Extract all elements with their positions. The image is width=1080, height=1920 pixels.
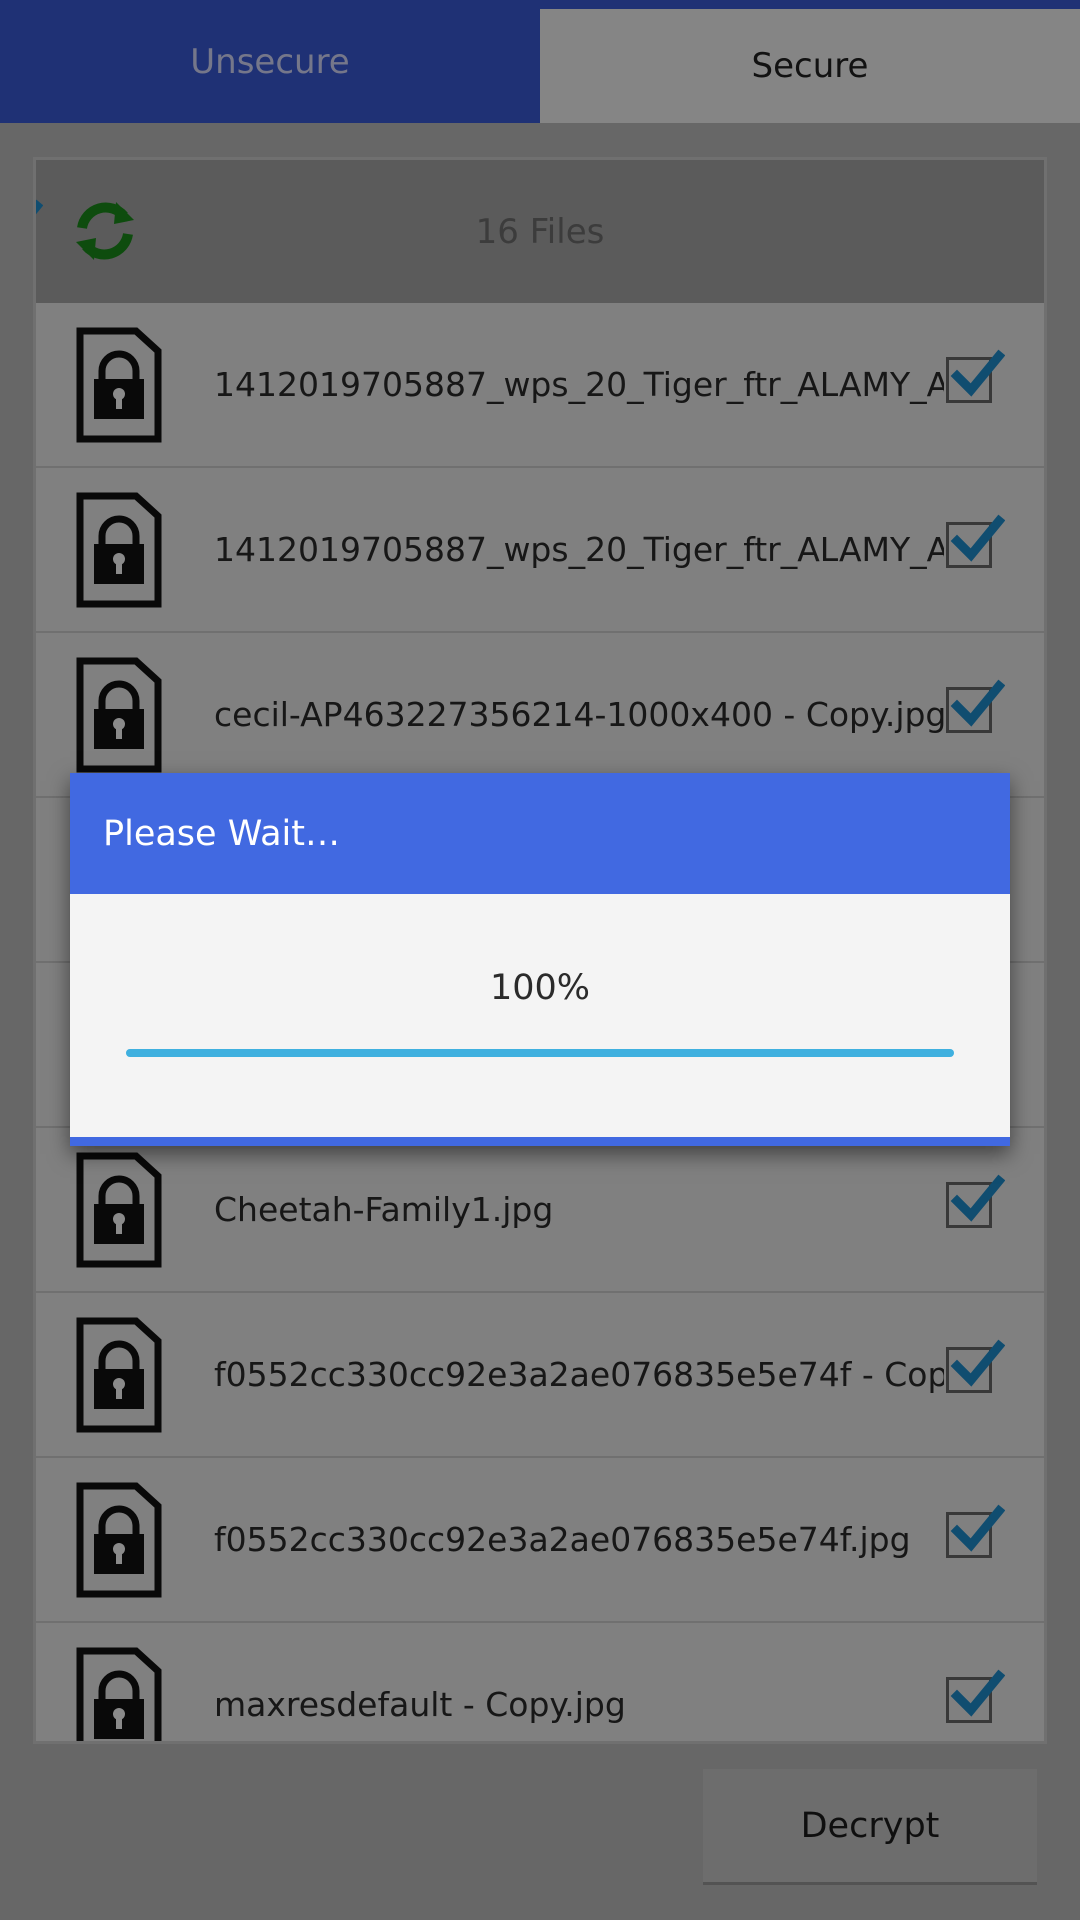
dialog-footer-line: [70, 1137, 1010, 1146]
dialog-title: Please Wait…: [103, 813, 340, 854]
dialog-header: Please Wait…: [70, 773, 1010, 894]
progress-bar-fill: [126, 1049, 954, 1057]
progress-bar: [126, 1049, 954, 1057]
progress-dialog: Please Wait… 100%: [70, 773, 1010, 1146]
progress-percent-label: 100%: [489, 968, 591, 1008]
